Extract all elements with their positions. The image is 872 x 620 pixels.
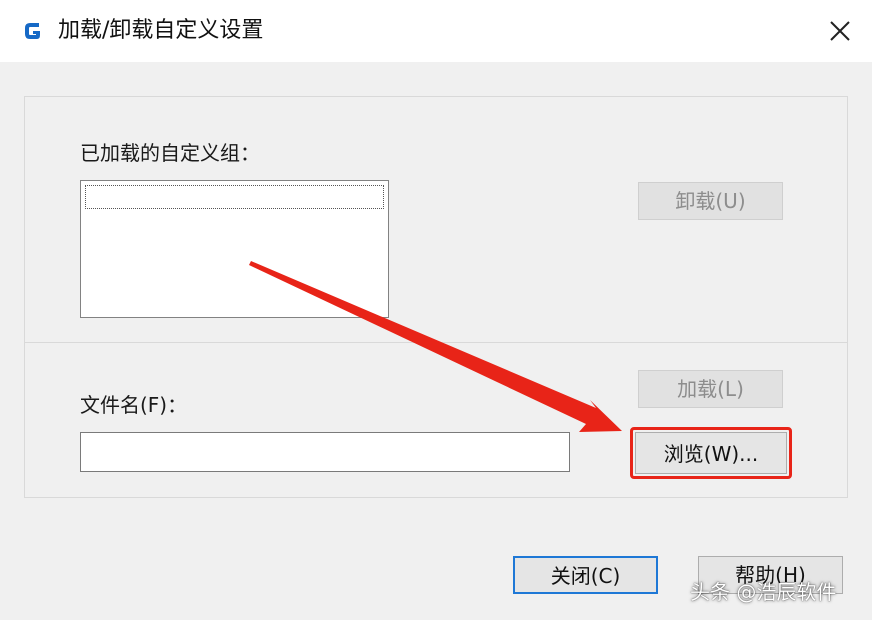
loaded-groups-listbox[interactable]: [80, 180, 389, 318]
section-divider: [24, 342, 848, 343]
filename-input[interactable]: [80, 432, 570, 472]
load-button[interactable]: 加载(L): [638, 370, 783, 408]
unload-button[interactable]: 卸载(U): [638, 182, 783, 220]
app-logo-icon: [22, 20, 44, 42]
filename-label: 文件名(F)：: [80, 393, 188, 417]
close-button[interactable]: 关闭(C): [513, 556, 658, 594]
list-item[interactable]: [85, 185, 384, 209]
window-title: 加载/卸载自定义设置: [58, 18, 264, 43]
highlight-box: [630, 427, 792, 479]
loaded-groups-label: 已加载的自定义组：: [80, 141, 260, 165]
watermark: 头条 @浩辰软件: [690, 580, 837, 604]
close-icon[interactable]: [818, 10, 862, 52]
title-bar: 加载/卸载自定义设置: [0, 0, 872, 62]
